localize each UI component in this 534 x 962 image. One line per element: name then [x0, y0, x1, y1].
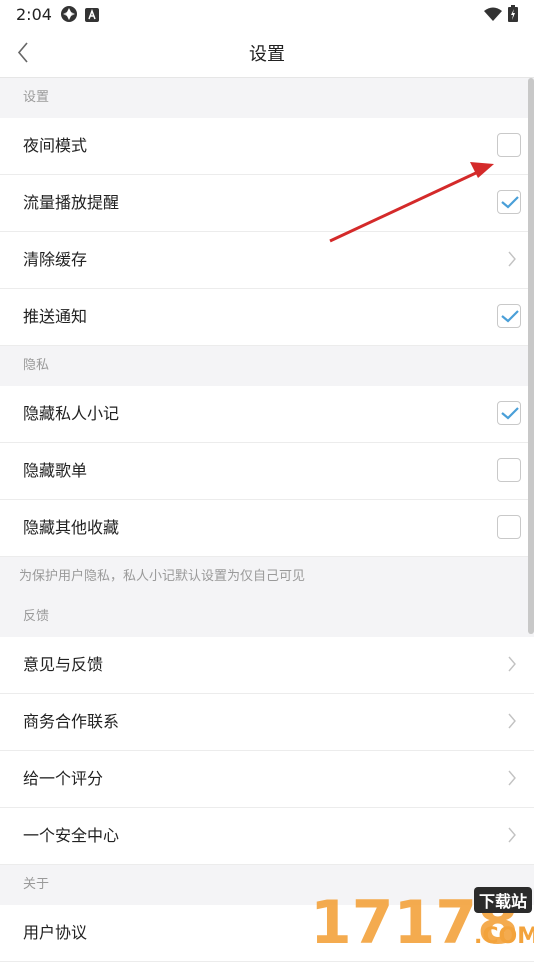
section-header-feedback: 反馈: [0, 597, 534, 637]
hide-favorites-checkbox[interactable]: [497, 515, 521, 539]
setting-label: 隐藏歌单: [23, 461, 88, 480]
a-box-icon: [85, 7, 99, 26]
scrollbar[interactable]: [528, 78, 534, 634]
setting-label: 夜间模式: [23, 136, 88, 155]
hide-playlists-checkbox[interactable]: [497, 458, 521, 482]
setting-label: 隐藏私人小记: [23, 404, 120, 423]
setting-data-reminder[interactable]: 流量播放提醒: [0, 175, 534, 232]
setting-label: 一个安全中心: [23, 826, 120, 845]
chevron-right-icon: [508, 770, 516, 786]
setting-night-mode[interactable]: 夜间模式: [0, 118, 534, 175]
push-checkbox[interactable]: [497, 304, 521, 328]
svg-text:.COM: .COM: [474, 924, 534, 949]
setting-label: 清除缓存: [23, 250, 88, 269]
setting-suggestions[interactable]: 意见与反馈: [0, 637, 534, 694]
setting-hide-favorites[interactable]: 隐藏其他收藏: [0, 500, 534, 557]
setting-rate[interactable]: 给一个评分: [0, 751, 534, 808]
setting-label: 流量播放提醒: [23, 193, 120, 212]
setting-label: 推送通知: [23, 307, 88, 326]
checkmark-icon: [501, 196, 519, 209]
svg-text:下载站: 下载站: [479, 892, 527, 911]
chevron-right-icon: [508, 827, 516, 843]
setting-hide-notes[interactable]: 隐藏私人小记: [0, 386, 534, 443]
night-mode-checkbox[interactable]: [497, 133, 521, 157]
setting-label: 用户协议: [23, 923, 88, 942]
hide-notes-checkbox[interactable]: [497, 401, 521, 425]
nav-bar: 设置: [0, 28, 534, 78]
setting-security[interactable]: 一个安全中心: [0, 808, 534, 865]
section-header-privacy: 隐私: [0, 346, 534, 386]
setting-clear-cache[interactable]: 清除缓存: [0, 232, 534, 289]
checkmark-icon: [501, 407, 519, 420]
chevron-right-icon: [508, 713, 516, 729]
setting-label: 商务合作联系: [23, 712, 120, 731]
setting-hide-playlists[interactable]: 隐藏歌单: [0, 443, 534, 500]
setting-business[interactable]: 商务合作联系: [0, 694, 534, 751]
setting-label: 给一个评分: [23, 769, 104, 788]
section-header-settings: 设置: [0, 78, 534, 118]
checkmark-icon: [501, 310, 519, 323]
setting-push[interactable]: 推送通知: [0, 289, 534, 346]
setting-label: 意见与反馈: [23, 655, 104, 674]
setting-label: 隐藏其他收藏: [23, 518, 120, 537]
watermark-logo: 17178 下载站 .COM: [310, 887, 534, 950]
settings-list: 设置 夜间模式 流量播放提醒 清除缓存 推送通知 隐私 隐藏私人小记 隐藏歌单 …: [0, 78, 534, 962]
aperture-icon: [60, 5, 78, 27]
data-reminder-checkbox[interactable]: [497, 190, 521, 214]
status-time: 2:04: [16, 5, 52, 24]
page-title: 设置: [249, 44, 285, 65]
wifi-icon: [484, 6, 502, 25]
battery-charging-icon: [508, 5, 518, 26]
privacy-note: 为保护用户隐私，私人小记默认设置为仅自己可见: [0, 557, 534, 597]
chevron-right-icon: [508, 656, 516, 672]
chevron-right-icon: [508, 251, 516, 267]
status-bar: 2:04: [0, 0, 534, 28]
